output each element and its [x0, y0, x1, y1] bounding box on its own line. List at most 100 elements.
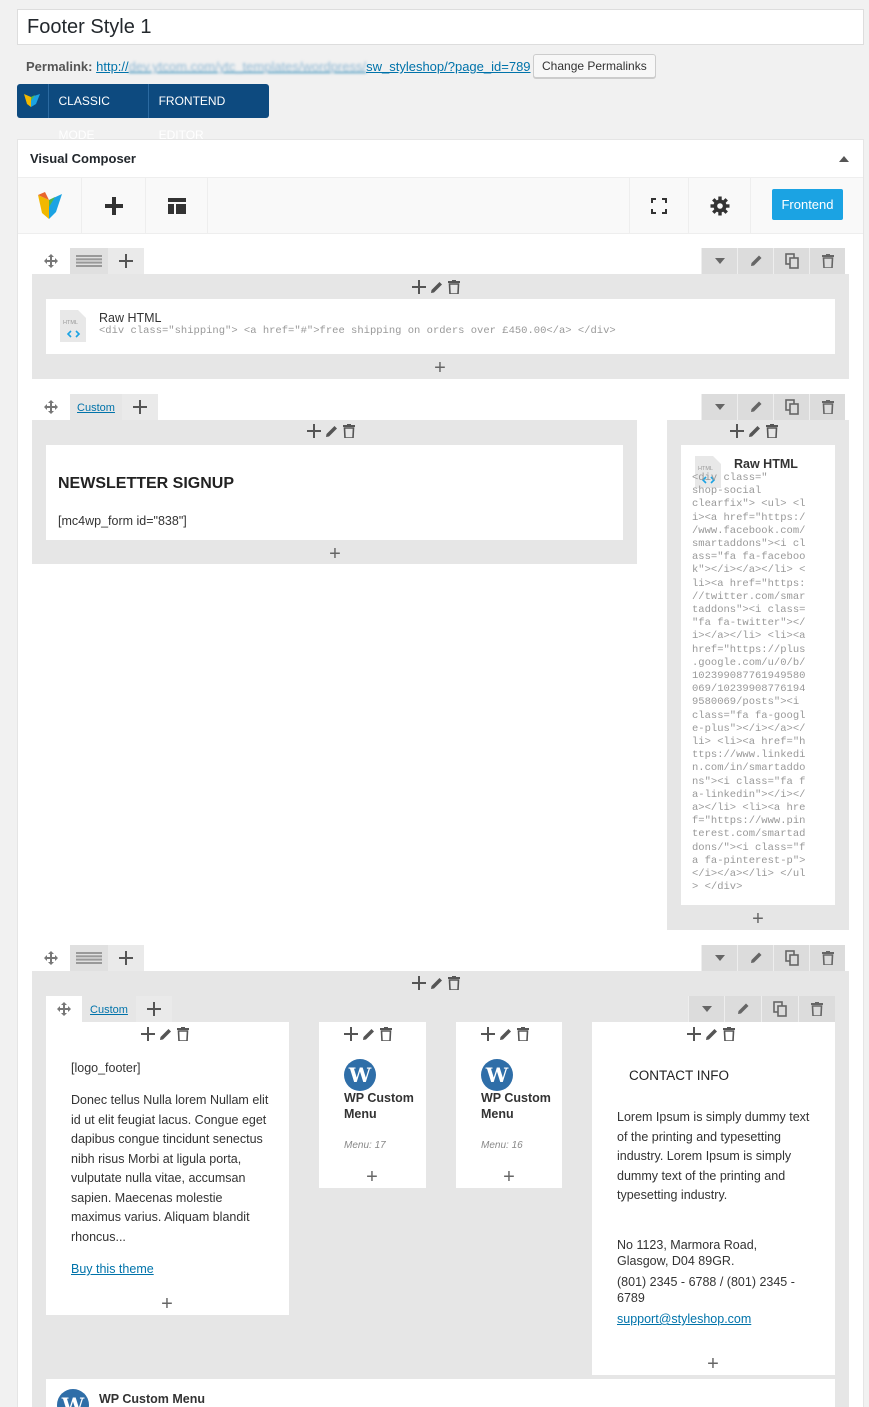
column-edit-icon[interactable]: [748, 424, 762, 438]
row1-layout-icon[interactable]: [70, 248, 108, 274]
column-add-icon[interactable]: [307, 424, 321, 438]
row3-move-icon[interactable]: [32, 945, 70, 971]
row1-delete-icon[interactable]: [809, 248, 845, 274]
row2-right-add-element-icon[interactable]: +: [748, 909, 768, 929]
column-delete-icon[interactable]: [448, 976, 460, 990]
row2-delete-icon[interactable]: [809, 394, 845, 420]
column-delete-icon[interactable]: [380, 1027, 392, 1041]
row1-edit-icon[interactable]: [737, 248, 773, 274]
wordpress-icon: W: [57, 1389, 89, 1407]
newsletter-text-block[interactable]: NEWSLETTER SIGNUP [mc4wp_form id="838"]: [46, 445, 623, 540]
inner-row-toggle-icon[interactable]: [688, 996, 724, 1022]
templates-icon[interactable]: [146, 178, 208, 234]
col4-add-element-icon[interactable]: +: [703, 1354, 723, 1374]
classic-mode-button[interactable]: CLASSIC MODE: [49, 84, 149, 142]
social-code-line: class="fa fa-googl: [692, 709, 806, 722]
col2-add-element-icon[interactable]: +: [362, 1167, 382, 1187]
inner-row-clone-icon[interactable]: [761, 996, 798, 1022]
row1-toggle-icon[interactable]: [701, 248, 737, 274]
column-delete-icon[interactable]: [177, 1027, 189, 1041]
social-code-line: k"></i></a></li> <: [692, 564, 806, 577]
social-code-line: e-plus"></i></a></: [692, 722, 806, 735]
row3-add-column-icon[interactable]: [108, 945, 144, 971]
row2-edit-icon[interactable]: [737, 394, 773, 420]
social-raw-html-element[interactable]: HTML Raw HTML <div class=" shop-social cle…: [681, 445, 835, 905]
column-delete-icon[interactable]: [517, 1027, 529, 1041]
row2-right-column-controls: [730, 424, 778, 438]
column-add-icon[interactable]: [687, 1027, 701, 1041]
column-delete-icon[interactable]: [766, 424, 778, 438]
permalink-link[interactable]: http://dev.ytcom.com/ytc_templates/wordp…: [96, 59, 530, 74]
row1-add-element-icon[interactable]: +: [430, 358, 450, 378]
column-edit-icon[interactable]: [362, 1027, 376, 1041]
social-code-line: clearfix"> <ul> <l: [692, 498, 806, 511]
social-code-line: ttps://www.linkedi: [692, 749, 806, 762]
row2-clone-icon[interactable]: [773, 394, 809, 420]
column-add-icon[interactable]: [344, 1027, 358, 1041]
row3-clone-icon[interactable]: [773, 945, 809, 971]
column-edit-icon[interactable]: [325, 424, 339, 438]
social-code-line: shop-social: [692, 485, 762, 498]
row1-raw-html-element[interactable]: HTML Raw HTML <div class="shipping"> <a …: [46, 299, 835, 354]
social-code-line: 069/10239908776194: [692, 683, 806, 696]
social-code-line: ass="fa fa-faceboo: [692, 551, 806, 564]
permalink-label: Permalink:: [26, 59, 93, 74]
row3-toggle-icon[interactable]: [701, 945, 737, 971]
social-element-code: <div class=" shop-social clearfix"> <ul> <…: [692, 472, 832, 895]
social-code-line: /www.facebook.com/: [692, 524, 806, 537]
row2-move-icon[interactable]: [32, 394, 70, 420]
frontend-button[interactable]: Frontend: [772, 189, 843, 220]
row3-edit-icon[interactable]: [737, 945, 773, 971]
social-code-line: li> <li><a href="h: [692, 736, 806, 749]
row2-toggle-icon[interactable]: [701, 394, 737, 420]
collapse-arrow-icon[interactable]: [839, 156, 849, 162]
column-delete-icon[interactable]: [448, 280, 460, 294]
col4-controls: [687, 1027, 735, 1041]
column-add-icon[interactable]: [412, 976, 426, 990]
contact-email-link[interactable]: support@styleshop.com: [617, 1310, 751, 1330]
inner-row-delete-icon[interactable]: [798, 996, 835, 1022]
column-add-icon[interactable]: [730, 424, 744, 438]
col1-add-element-icon[interactable]: +: [157, 1294, 177, 1314]
row2-custom-tab[interactable]: Custom: [70, 394, 122, 420]
row1-add-column-icon[interactable]: [108, 248, 144, 274]
row3-controls: [701, 945, 845, 971]
footer-col-menu-17: W WP Custom Menu Menu: 17 +: [319, 1022, 426, 1188]
panel-header[interactable]: Visual Composer: [18, 140, 863, 178]
inner-row-custom-tab[interactable]: Custom: [82, 996, 136, 1022]
panel-title: Visual Composer: [30, 151, 136, 166]
column-delete-icon[interactable]: [723, 1027, 735, 1041]
row1-move-icon[interactable]: [32, 248, 70, 274]
social-code-line: //twitter.com/smar: [692, 590, 806, 603]
inner-row-add-column-icon[interactable]: [136, 996, 172, 1022]
column-edit-icon[interactable]: [705, 1027, 719, 1041]
column-edit-icon[interactable]: [499, 1027, 513, 1041]
row2-add-column-icon[interactable]: [122, 394, 158, 420]
column-add-icon[interactable]: [141, 1027, 155, 1041]
inner-row-move-icon[interactable]: [46, 996, 82, 1022]
post-title-input[interactable]: Footer Style 1: [17, 9, 864, 45]
row3-delete-icon[interactable]: [809, 945, 845, 971]
col3-add-element-icon[interactable]: +: [499, 1167, 519, 1187]
column-add-icon[interactable]: [481, 1027, 495, 1041]
column-edit-icon[interactable]: [159, 1027, 173, 1041]
column-edit-icon[interactable]: [430, 280, 444, 294]
buy-theme-link[interactable]: Buy this theme: [71, 1260, 154, 1280]
row2-left-add-element-icon[interactable]: +: [325, 544, 345, 564]
editor-mode-bar: CLASSIC MODE FRONTEND EDITOR: [17, 84, 269, 142]
column-delete-icon[interactable]: [343, 424, 355, 438]
frontend-editor-button[interactable]: FRONTEND EDITOR: [149, 84, 269, 142]
column-add-icon[interactable]: [412, 280, 426, 294]
row3-column-controls: [412, 976, 460, 990]
row3-layout-icon[interactable]: [70, 945, 108, 971]
column-edit-icon[interactable]: [430, 976, 444, 990]
inner-row-edit-icon[interactable]: [724, 996, 761, 1022]
fullscreen-icon[interactable]: [629, 178, 689, 234]
contact-paragraph: Lorem Ipsum is simply dummy text of the …: [617, 1110, 810, 1202]
change-permalinks-button[interactable]: Change Permalinks: [533, 54, 656, 78]
row1-clone-icon[interactable]: [773, 248, 809, 274]
bottom-custom-menu-element[interactable]: W WP Custom Menu: [46, 1379, 835, 1407]
settings-gear-icon[interactable]: [689, 178, 751, 234]
add-element-icon[interactable]: [82, 178, 146, 234]
row1-element-title: Raw HTML: [99, 311, 162, 325]
